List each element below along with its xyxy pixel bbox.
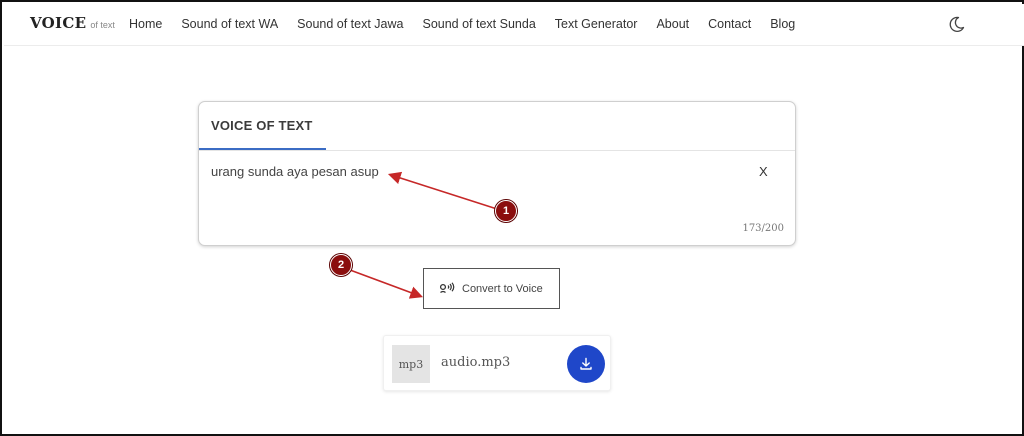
voice-icon xyxy=(439,281,457,296)
nav-link-sound-of-text-sunda[interactable]: Sound of text Sunda xyxy=(422,17,535,31)
audio-file-card: mp3 audio.mp3 xyxy=(383,335,611,391)
nav-link-sound-of-text-jawa[interactable]: Sound of text Jawa xyxy=(297,17,403,31)
tab-divider xyxy=(199,150,795,151)
char-counter: 173/200 xyxy=(742,223,784,234)
clear-button[interactable]: X xyxy=(759,164,768,179)
file-name: audio.mp3 xyxy=(441,355,511,370)
convert-label: Convert to Voice xyxy=(462,282,543,295)
brand-tagline: of text xyxy=(90,20,115,30)
browser-frame: VOICE of text Home Sound of text WA Soun… xyxy=(0,0,1024,436)
text-input[interactable]: urang sunda aya pesan asup xyxy=(211,164,741,179)
nav-links: Home Sound of text WA Sound of text Jawa… xyxy=(129,17,814,31)
brand-logo[interactable]: VOICE of text xyxy=(30,14,115,32)
download-button[interactable] xyxy=(567,345,605,383)
file-type-badge: mp3 xyxy=(392,345,430,383)
annotation-marker-1: 1 xyxy=(495,200,517,222)
nav-link-blog[interactable]: Blog xyxy=(770,17,795,31)
nav-link-contact[interactable]: Contact xyxy=(708,17,751,31)
voice-card: VOICE OF TEXT urang sunda aya pesan asup… xyxy=(198,101,796,246)
convert-to-voice-button[interactable]: Convert to Voice xyxy=(423,268,560,309)
tab-voice-of-text[interactable]: VOICE OF TEXT xyxy=(199,102,326,150)
brand-name: VOICE xyxy=(30,14,87,32)
nav-link-about[interactable]: About xyxy=(656,17,689,31)
download-icon xyxy=(580,357,592,370)
nav-link-text-generator[interactable]: Text Generator xyxy=(555,17,638,31)
moon-icon[interactable] xyxy=(948,15,966,33)
nav-link-home[interactable]: Home xyxy=(129,17,162,31)
top-navbar: VOICE of text Home Sound of text WA Soun… xyxy=(4,4,1024,46)
nav-link-sound-of-text-wa[interactable]: Sound of text WA xyxy=(181,17,278,31)
annotation-arrow-2 xyxy=(349,269,423,299)
tab-label: VOICE OF TEXT xyxy=(211,118,313,133)
annotation-marker-2: 2 xyxy=(330,254,352,276)
